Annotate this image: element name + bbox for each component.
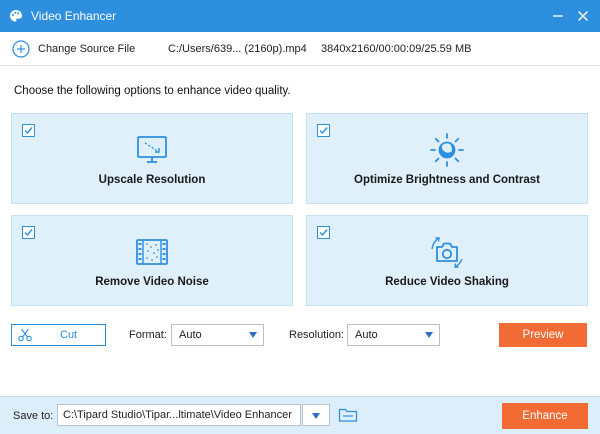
source-bar: Change Source File C:/Users/639... (2160… (0, 32, 600, 66)
change-source-label: Change Source File (38, 42, 136, 55)
checkmark-icon (24, 229, 33, 237)
minimize-icon (553, 15, 563, 17)
change-source-button[interactable]: Change Source File (12, 39, 136, 58)
enhance-button[interactable]: Enhance (502, 403, 588, 429)
save-path-value: C:\Tipard Studio\Tipar...ltimate\Video E… (63, 409, 292, 421)
format-label: Format: (129, 329, 167, 341)
scissors-icon (18, 328, 32, 342)
format-select[interactable]: Auto (171, 324, 264, 346)
save-to-label: Save to: (13, 410, 54, 422)
close-icon (578, 11, 588, 21)
minimize-button[interactable] (544, 0, 572, 32)
option-checkbox[interactable] (317, 226, 330, 239)
checkmark-icon (24, 127, 33, 135)
option-upscale-resolution[interactable]: Upscale Resolution (11, 113, 293, 204)
stabilize-camera-icon (431, 237, 463, 268)
brightness-sun-icon (430, 133, 464, 167)
option-label: Remove Video Noise (95, 276, 209, 288)
palette-icon (9, 9, 23, 23)
controls-row: Cut Format: Auto Resolution: Auto Previe… (0, 322, 600, 350)
option-checkbox[interactable] (22, 124, 35, 137)
folder-icon[interactable] (338, 407, 358, 423)
option-label: Reduce Video Shaking (385, 276, 509, 288)
option-label: Upscale Resolution (98, 174, 206, 186)
option-reduce-shaking[interactable]: Reduce Video Shaking (306, 215, 588, 306)
add-circle-icon (12, 39, 30, 58)
checkmark-icon (319, 127, 328, 135)
chevron-down-icon (425, 332, 433, 338)
option-checkbox[interactable] (22, 226, 35, 239)
chevron-down-icon (249, 332, 257, 338)
chevron-down-icon (312, 413, 320, 419)
resolution-select[interactable]: Auto (347, 324, 440, 346)
option-optimize-brightness[interactable]: Optimize Brightness and Contrast (306, 113, 588, 204)
window-title: Video Enhancer (31, 9, 117, 23)
save-path-field[interactable]: C:\Tipard Studio\Tipar...ltimate\Video E… (57, 404, 301, 426)
footer-bar: Save to: C:\Tipard Studio\Tipar...ltimat… (0, 396, 600, 434)
checkmark-icon (319, 229, 328, 237)
source-meta: 3840x2160/00:00:09/25.59 MB (321, 43, 472, 55)
source-path: C:/Users/639... (2160p).mp4 (168, 43, 307, 55)
resolution-label: Resolution: (289, 329, 345, 341)
upscale-monitor-icon (137, 136, 167, 163)
film-noise-icon (136, 239, 168, 265)
title-bar: Video Enhancer (0, 0, 600, 32)
save-path-dropdown[interactable] (302, 404, 330, 426)
format-value: Auto (179, 329, 202, 341)
cut-button[interactable]: Cut (11, 324, 106, 346)
option-checkbox[interactable] (317, 124, 330, 137)
resolution-value: Auto (355, 329, 378, 341)
intro-text: Choose the following options to enhance … (14, 85, 291, 97)
preview-button[interactable]: Preview (499, 323, 587, 347)
cut-label: Cut (60, 329, 78, 341)
option-label: Optimize Brightness and Contrast (354, 174, 540, 186)
option-remove-noise[interactable]: Remove Video Noise (11, 215, 293, 306)
close-button[interactable] (569, 0, 597, 32)
